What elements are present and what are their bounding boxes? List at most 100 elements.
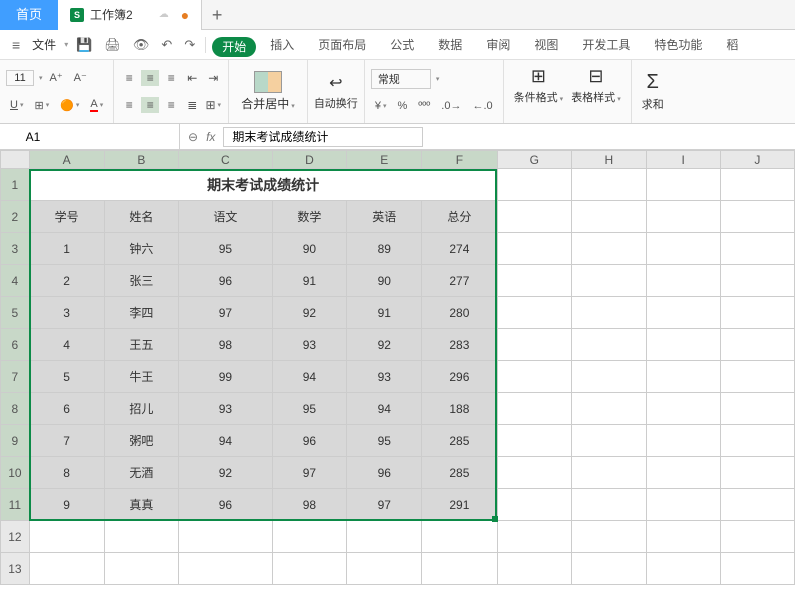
cell[interactable] — [720, 297, 794, 329]
data-cell[interactable]: 4 — [29, 329, 104, 361]
cell[interactable] — [179, 553, 272, 585]
data-cell[interactable]: 96 — [179, 265, 272, 297]
data-cell[interactable]: 无酒 — [104, 457, 179, 489]
row-header[interactable]: 1 — [1, 169, 30, 201]
cell[interactable] — [572, 393, 646, 425]
column-header[interactable]: H — [572, 151, 646, 169]
sum-button[interactable]: Σ 求和 — [638, 69, 668, 114]
data-cell[interactable]: 89 — [347, 233, 422, 265]
data-cell[interactable]: 95 — [347, 425, 422, 457]
align-middle-icon[interactable]: ≡ — [141, 70, 159, 86]
data-cell[interactable]: 真真 — [104, 489, 179, 521]
formula-input[interactable] — [223, 127, 423, 147]
cell[interactable] — [646, 393, 720, 425]
data-cell[interactable]: 93 — [179, 393, 272, 425]
data-cell[interactable]: 王五 — [104, 329, 179, 361]
data-cell[interactable]: 粥吧 — [104, 425, 179, 457]
print-preview-icon[interactable]: 👁 — [129, 37, 154, 53]
cell[interactable] — [572, 553, 646, 585]
cell[interactable] — [179, 521, 272, 553]
table-style-button[interactable]: ⊟ 表格样式▾ — [567, 64, 625, 119]
chevron-down-icon[interactable]: ▾ — [39, 74, 43, 82]
header-cell[interactable]: 姓名 — [104, 201, 179, 233]
underline-icon[interactable]: U▾ — [6, 97, 27, 113]
cell[interactable] — [720, 329, 794, 361]
cell[interactable] — [29, 553, 104, 585]
data-cell[interactable]: 93 — [347, 361, 422, 393]
cell[interactable] — [646, 233, 720, 265]
data-cell[interactable]: 99 — [179, 361, 272, 393]
cell[interactable] — [572, 201, 646, 233]
row-header[interactable]: 12 — [1, 521, 30, 553]
cell[interactable] — [497, 233, 572, 265]
ribbon-tab-review[interactable]: 审阅 — [476, 30, 520, 60]
data-cell[interactable]: 91 — [347, 297, 422, 329]
cell[interactable] — [720, 393, 794, 425]
data-cell[interactable]: 97 — [347, 489, 422, 521]
file-menu[interactable]: 文件 — [28, 36, 60, 53]
data-cell[interactable]: 牛王 — [104, 361, 179, 393]
header-cell[interactable]: 总分 — [422, 201, 497, 233]
cell[interactable] — [646, 489, 720, 521]
cell[interactable] — [572, 425, 646, 457]
chevron-down-icon[interactable]: ▾ — [436, 75, 440, 83]
align-center-icon[interactable]: ≡ — [141, 97, 159, 113]
conditional-format-button[interactable]: ⊞ 条件格式▾ — [510, 64, 568, 119]
number-format-select[interactable]: 常规 — [371, 69, 431, 89]
data-cell[interactable]: 188 — [422, 393, 497, 425]
row-header[interactable]: 7 — [1, 361, 30, 393]
data-cell[interactable]: 3 — [29, 297, 104, 329]
cell[interactable] — [497, 265, 572, 297]
cell[interactable] — [497, 329, 572, 361]
cell[interactable] — [497, 425, 572, 457]
ribbon-tab-start[interactable]: 开始 — [212, 37, 256, 57]
row-header[interactable]: 3 — [1, 233, 30, 265]
data-cell[interactable]: 6 — [29, 393, 104, 425]
row-header[interactable]: 9 — [1, 425, 30, 457]
cell[interactable] — [104, 521, 179, 553]
data-cell[interactable]: 97 — [179, 297, 272, 329]
column-header[interactable]: E — [347, 151, 422, 169]
cell[interactable] — [646, 201, 720, 233]
save-icon[interactable]: 💾 — [72, 37, 96, 53]
cell[interactable] — [422, 521, 497, 553]
cell[interactable] — [422, 553, 497, 585]
cell[interactable] — [497, 201, 572, 233]
data-cell[interactable]: 285 — [422, 457, 497, 489]
data-cell[interactable]: 94 — [272, 361, 347, 393]
data-cell[interactable]: 296 — [422, 361, 497, 393]
column-header[interactable]: J — [720, 151, 794, 169]
cell[interactable] — [720, 361, 794, 393]
align-bottom-icon[interactable]: ≡ — [162, 70, 180, 86]
data-cell[interactable]: 90 — [347, 265, 422, 297]
column-header[interactable]: D — [272, 151, 347, 169]
row-header[interactable]: 6 — [1, 329, 30, 361]
header-cell[interactable]: 数学 — [272, 201, 347, 233]
row-header[interactable]: 13 — [1, 553, 30, 585]
border-icon[interactable]: ⊞▾ — [30, 97, 53, 114]
cell[interactable] — [646, 169, 720, 201]
data-cell[interactable]: 277 — [422, 265, 497, 297]
cell[interactable] — [497, 489, 572, 521]
data-cell[interactable]: 98 — [179, 329, 272, 361]
comma-icon[interactable]: ººº — [414, 98, 434, 114]
cell[interactable] — [497, 521, 572, 553]
cell[interactable] — [29, 521, 104, 553]
home-tab[interactable]: 首页 — [0, 0, 58, 30]
increase-font-icon[interactable]: A⁺ — [46, 69, 67, 86]
cell[interactable] — [646, 425, 720, 457]
cell[interactable] — [347, 521, 422, 553]
decrease-indent-icon[interactable]: ⇤ — [183, 70, 201, 86]
cell[interactable] — [497, 457, 572, 489]
cell[interactable] — [272, 553, 347, 585]
cell[interactable] — [572, 521, 646, 553]
data-cell[interactable]: 96 — [272, 425, 347, 457]
title-cell[interactable]: 期末考试成绩统计 — [29, 169, 497, 201]
redo-icon[interactable]: ↷ — [180, 37, 199, 53]
cell[interactable] — [720, 425, 794, 457]
undo-icon[interactable]: ↶ — [157, 37, 176, 53]
ribbon-tab-special[interactable]: 特色功能 — [644, 30, 712, 60]
data-cell[interactable]: 2 — [29, 265, 104, 297]
cell[interactable] — [572, 297, 646, 329]
ribbon-tab-layout[interactable]: 页面布局 — [308, 30, 376, 60]
